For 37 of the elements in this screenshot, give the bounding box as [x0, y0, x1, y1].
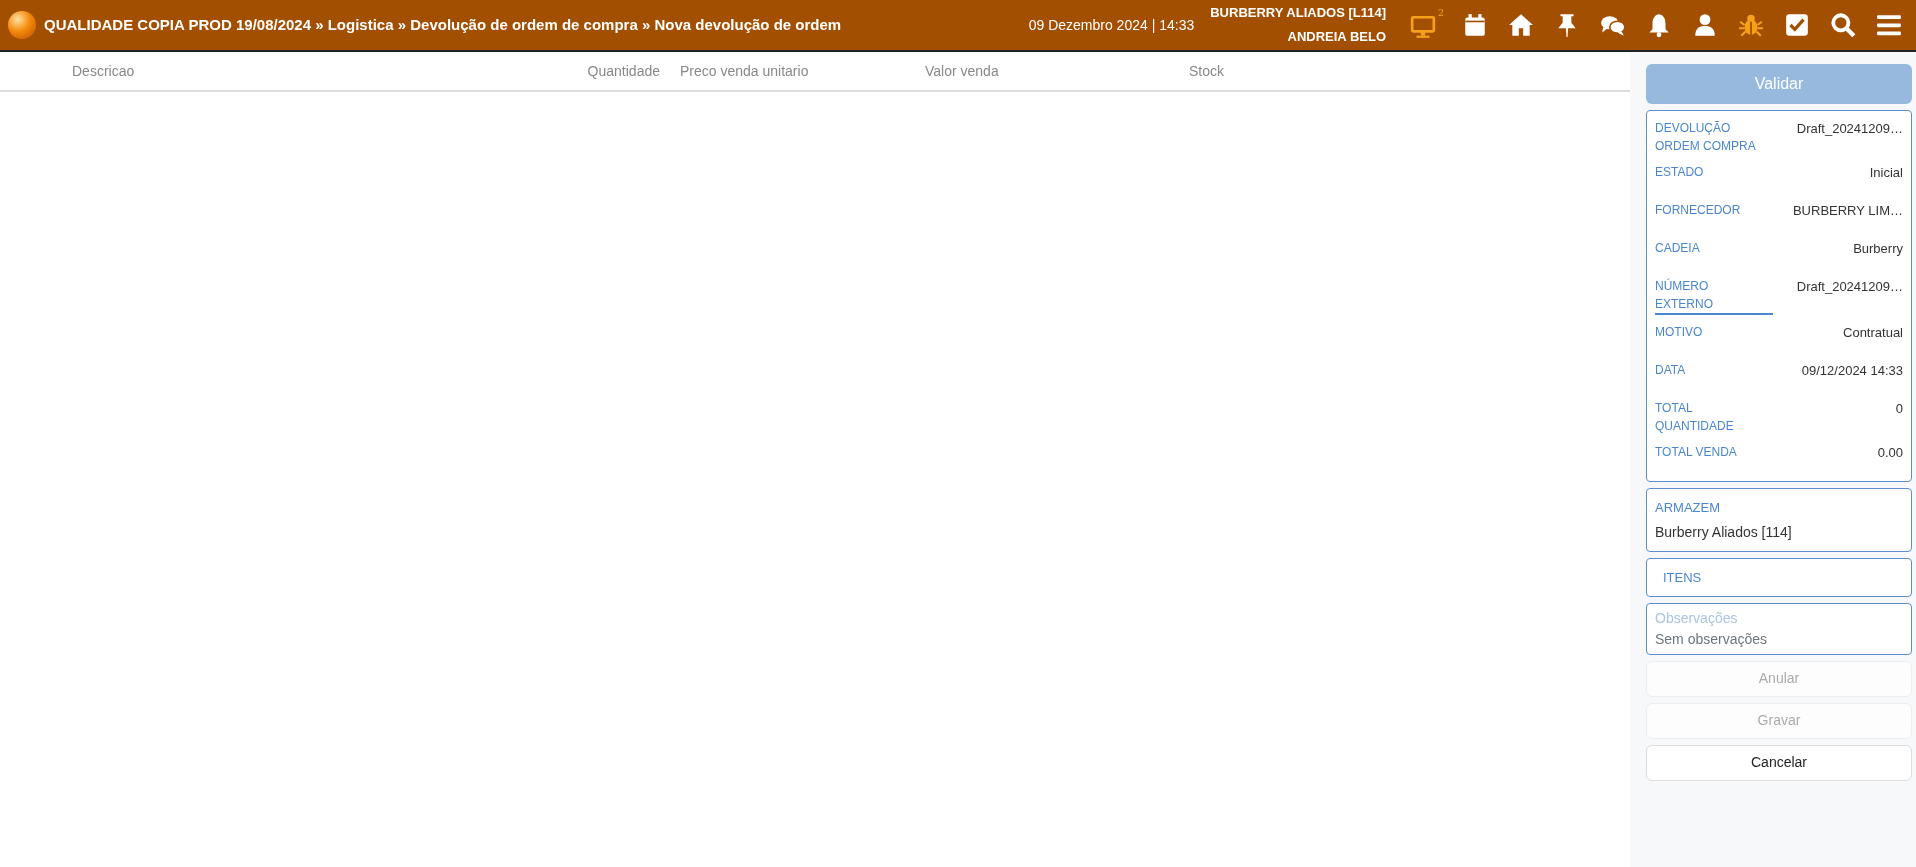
breadcrumb: QUALIDADE COPIA PROD 19/08/2024 » Logistica » Devolução de ordem de compra » Nova devolução de ordem — [44, 14, 843, 35]
field-value: BURBERRY LIM… — [1792, 202, 1903, 220]
field-value: Burberry — [1853, 240, 1903, 258]
logo-icon — [8, 11, 36, 39]
items-section[interactable]: ITENS — [1646, 557, 1912, 597]
field-value: 09/12/2024 14:33 — [1801, 362, 1903, 380]
user-name: ANDREIA BELO — [1286, 28, 1386, 46]
field-label[interactable]: ESTADO — [1655, 163, 1773, 193]
column-header: Quantidade — [586, 61, 661, 81]
store-name: BURBERRY ALIADOS [L114] — [1210, 4, 1386, 22]
warehouse-value: Burberry Aliados [114] — [1655, 522, 1793, 542]
notes-label: Observações — [1655, 608, 1739, 628]
monitor-button[interactable]: 2 — [1410, 8, 1444, 42]
field-label[interactable]: DEVOLUÇÃO ORDEM COMPRA — [1655, 119, 1773, 155]
notes-value: Sem observações — [1655, 629, 1769, 649]
field-label[interactable]: TOTAL QUANTIDADE — [1655, 399, 1773, 435]
field-label[interactable]: CADEIA — [1655, 239, 1773, 269]
column-header: Preco venda unitario — [679, 61, 810, 81]
items-label: ITENS — [1663, 569, 1702, 585]
date-time: 09 Dezembro 2024 | 14:33 — [1028, 15, 1195, 35]
field-value: 0 — [1895, 400, 1903, 418]
field-value: Draft_20241209… — [1796, 278, 1903, 296]
field-value: Draft_20241209… — [1796, 120, 1903, 138]
action-button[interactable]: Cancelar — [1646, 744, 1912, 781]
field-value: Inicial — [1869, 164, 1903, 182]
field-label[interactable]: TOTAL VENDA — [1655, 443, 1773, 473]
notification-count: 2 — [1437, 8, 1444, 18]
column-header: Valor venda — [924, 61, 1000, 81]
column-header: Stock — [1188, 61, 1225, 81]
field-value: Contratual — [1843, 324, 1903, 342]
field-label[interactable]: FORNECEDOR — [1655, 201, 1773, 231]
field-value: 0.00 — [1877, 444, 1903, 462]
warehouse-label: ARMAZEM — [1655, 499, 1720, 517]
field-label[interactable]: DATA — [1655, 361, 1773, 391]
field-label[interactable]: NÚMERO EXTERNO — [1655, 277, 1773, 315]
column-header: Descricao — [71, 61, 136, 81]
field-label[interactable]: MOTIVO — [1655, 323, 1773, 353]
